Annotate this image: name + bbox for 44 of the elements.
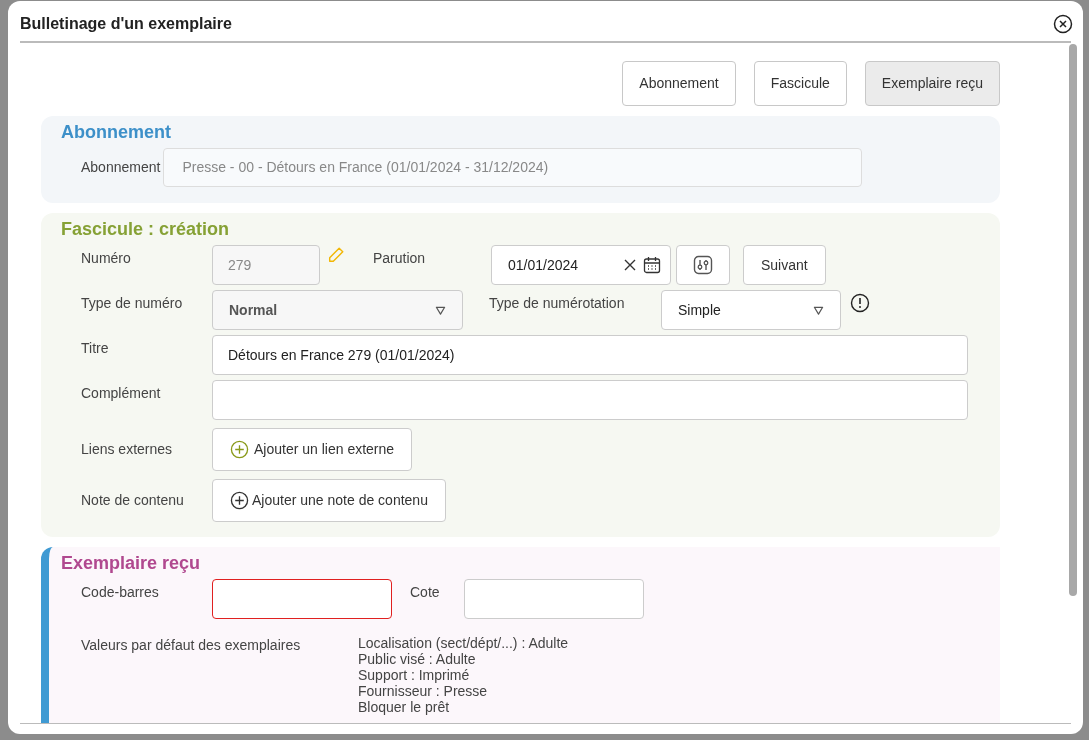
field-label: Cote (410, 583, 441, 602)
close-icon[interactable] (1053, 14, 1073, 34)
caret-icon (813, 304, 824, 316)
numbering-type-select[interactable]: Simple (661, 290, 841, 330)
field-label: Code-barres (81, 583, 160, 602)
plus-circle-icon (230, 440, 249, 459)
section-title: Abonnement (61, 121, 171, 144)
field-label: Parution (373, 249, 427, 268)
scrollbar[interactable] (1069, 44, 1077, 596)
section-title: Fascicule : création (61, 218, 230, 241)
settings-button[interactable] (676, 245, 730, 285)
field-label: Note de contenu (81, 491, 185, 510)
add-note-button[interactable]: Ajouter une note de contenu (212, 479, 446, 522)
section-title: Exemplaire reçu (61, 552, 201, 575)
default-value: Fournisseur : Presse (358, 683, 489, 699)
next-button[interactable]: Suivant (743, 245, 826, 285)
title-field[interactable]: Détours en France 279 (01/01/2024) (212, 335, 968, 375)
info-icon[interactable] (850, 293, 870, 313)
field-label: Liens externes (81, 440, 174, 459)
field-label: Type de numérotation (489, 294, 626, 313)
default-value: Localisation (sect/dépt/...) : Adulte (358, 635, 569, 651)
clear-icon[interactable] (623, 258, 637, 272)
window-title: Bulletinage d'un exemplaire (20, 14, 232, 34)
date-field[interactable]: 01/01/2024 (491, 245, 671, 285)
field-label: Numéro (81, 249, 132, 268)
field-label: Abonnement (81, 158, 161, 177)
caret-icon (435, 304, 446, 316)
default-value: Bloquer le prêt (358, 699, 451, 715)
add-link-button[interactable]: Ajouter un lien externe (212, 428, 413, 471)
default-value: Public visé : Adulte (358, 651, 477, 667)
default-value: Support : Imprimé (358, 667, 471, 683)
barcode-field[interactable] (212, 579, 392, 619)
field-label: Titre (81, 339, 110, 358)
section-button[interactable]: Abonnement (622, 61, 736, 106)
section-button[interactable]: Fascicule (753, 61, 847, 106)
sliders-icon (693, 255, 713, 275)
field-label: Type de numéro (81, 294, 184, 313)
field-label: Complément (81, 384, 162, 403)
field-label: Valeurs par défaut des exemplaires (81, 636, 302, 655)
section-button[interactable]: Exemplaire reçu (864, 61, 1000, 106)
calendar-icon[interactable] (643, 256, 661, 274)
complement-field[interactable] (212, 380, 968, 420)
call-number-field[interactable] (464, 579, 644, 619)
plus-circle-icon (230, 491, 249, 510)
